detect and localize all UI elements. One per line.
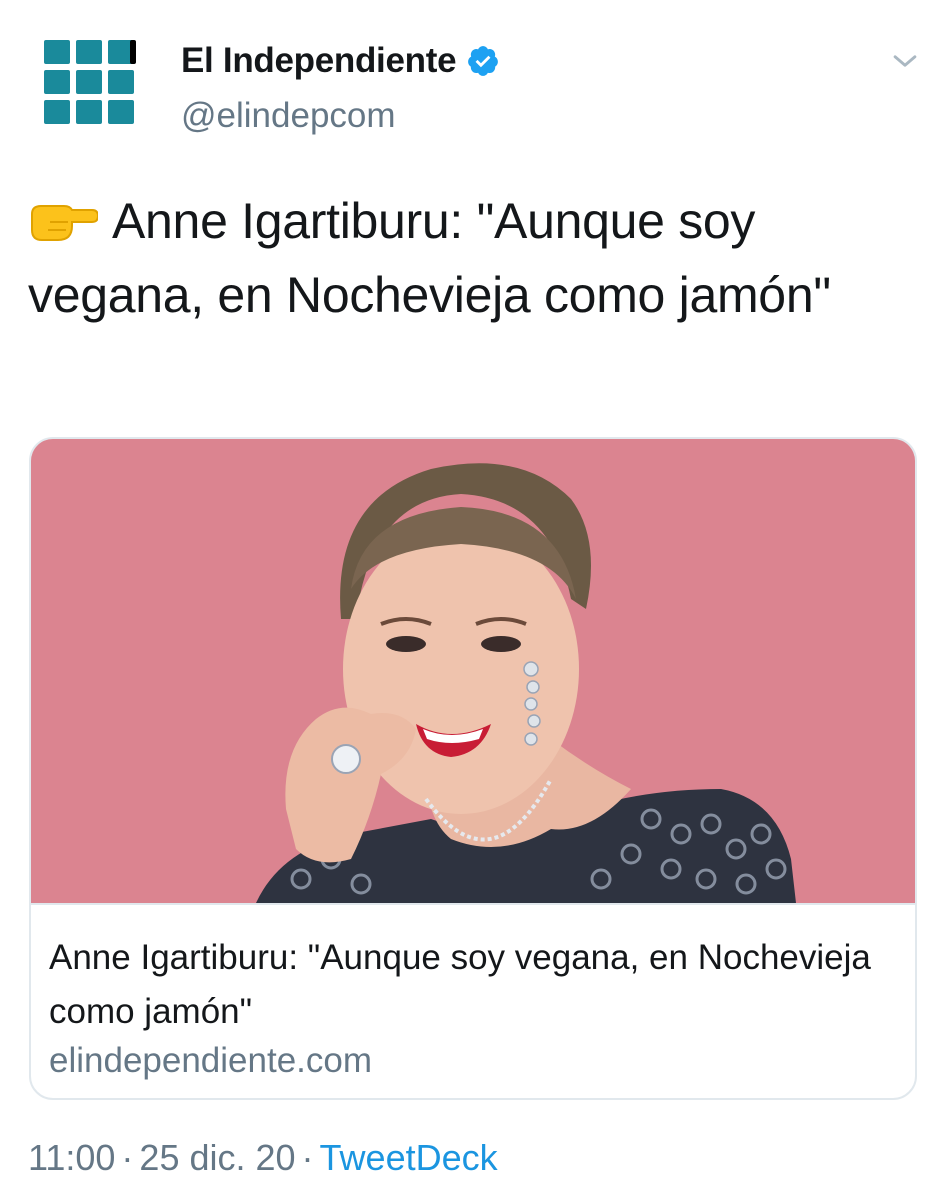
tweet-body: Anne Igartiburu: "Aunque soy vegana, en … — [28, 193, 831, 323]
meta-separator: · — [121, 1137, 134, 1178]
avatar-square — [76, 70, 102, 94]
account-handle[interactable]: @elindepcom — [181, 96, 396, 136]
tweet-meta: 11:00 · 25 dic. 20 · TweetDeck — [28, 1132, 498, 1184]
backhand-index-pointing-right-icon — [31, 205, 98, 241]
avatar[interactable] — [44, 40, 136, 132]
avatar-square — [76, 100, 102, 124]
tweet-time[interactable]: 11:00 — [28, 1137, 115, 1178]
card-domain[interactable]: elindependiente.com — [49, 1039, 372, 1083]
avatar-square — [44, 70, 70, 94]
avatar-square-accent — [130, 40, 136, 64]
account-name-row[interactable]: El Independiente — [181, 38, 500, 84]
tweet-date[interactable]: 25 dic. 20 — [139, 1137, 295, 1178]
avatar-square — [108, 100, 134, 124]
display-name[interactable]: El Independiente — [181, 41, 457, 81]
tweet-source-link[interactable]: TweetDeck — [320, 1137, 498, 1178]
avatar-square — [76, 40, 102, 64]
avatar-square — [44, 40, 70, 64]
card-divider — [31, 903, 915, 905]
chevron-down-icon[interactable] — [888, 44, 922, 78]
tweet-text: Anne Igartiburu: "Aunque soy vegana, en … — [28, 184, 918, 332]
meta-separator: · — [301, 1137, 314, 1178]
verified-badge-icon — [468, 46, 499, 76]
card-title[interactable]: Anne Igartiburu: "Aunque soy vegana, en … — [49, 931, 899, 1039]
avatar-square — [44, 100, 70, 124]
portrait-photo — [31, 439, 915, 903]
card-image[interactable] — [31, 439, 915, 903]
link-card[interactable]: Anne Igartiburu: "Aunque soy vegana, en … — [29, 437, 917, 1100]
avatar-square — [108, 70, 134, 94]
